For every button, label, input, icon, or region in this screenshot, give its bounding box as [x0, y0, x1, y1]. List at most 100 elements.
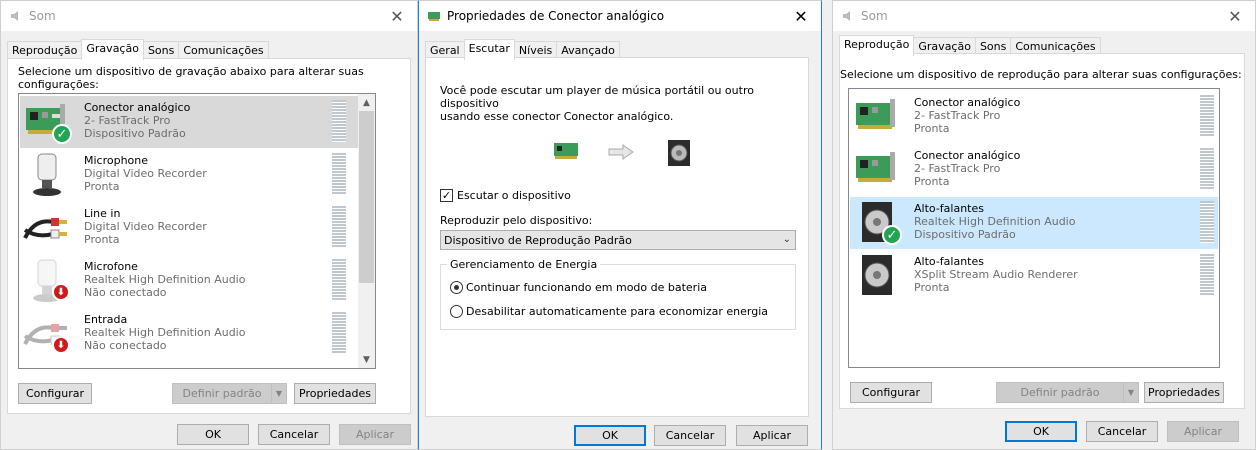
playback-device-value: Dispositivo de Reprodução Padrão — [444, 233, 632, 247]
list-item[interactable]: ✓ Alto-falantes Realtek High Definition … — [850, 197, 1218, 249]
list-item[interactable]: ⬇ Microfone Realtek High Definition Audi… — [20, 255, 360, 307]
cancel-button[interactable]: Cancelar — [1086, 421, 1158, 442]
listen-checkbox-label: Escutar o dispositivo — [457, 189, 571, 202]
list-item[interactable]: ✓ Conector analógico 2- FastTrack Pro Di… — [20, 96, 360, 148]
device-name: Entrada — [84, 313, 128, 326]
instruction-line-2: configurações: — [18, 78, 99, 91]
level-meter — [332, 259, 346, 301]
device-name: Conector analógico — [914, 96, 1021, 109]
speaker-icon — [11, 11, 18, 21]
cancel-button[interactable]: Cancelar — [258, 424, 330, 445]
apply-button[interactable]: Aplicar — [1167, 421, 1239, 442]
sound-card-icon: ✓ — [20, 96, 72, 148]
apply-button[interactable]: Aplicar — [736, 425, 808, 446]
chevron-down-icon[interactable]: ▼ — [271, 383, 287, 404]
tab-panel: Você pode escutar um player de música po… — [425, 57, 809, 417]
microphone-icon — [20, 149, 72, 201]
scroll-up-icon[interactable]: ▲ — [358, 94, 375, 111]
device-status: Pronta — [914, 175, 950, 188]
device-name: Alto-falantes — [914, 202, 984, 215]
arrow-right-icon — [608, 144, 634, 160]
configure-button[interactable]: Configurar — [850, 382, 932, 403]
ok-button[interactable]: OK — [1005, 421, 1077, 442]
list-item[interactable]: ⬇ Entrada Realtek High Definition Audio … — [20, 308, 360, 360]
level-meter — [1200, 148, 1214, 190]
scroll-down-icon[interactable]: ▼ — [358, 351, 375, 368]
device-driver: XSplit Stream Audio Renderer — [914, 268, 1078, 281]
device-driver: 2- FastTrack Pro — [914, 109, 1001, 122]
list-item[interactable]: Alto-falantes XSplit Stream Audio Render… — [850, 250, 1218, 302]
chevron-down-icon[interactable]: ▼ — [1123, 382, 1139, 403]
tab-sounds[interactable]: Sons — [142, 41, 180, 59]
set-default-button[interactable]: Definir padrão — [172, 383, 272, 404]
device-status: Não conectado — [84, 286, 167, 299]
description-line-1: Você pode escutar um player de música po… — [440, 84, 754, 110]
tab-panel: Selecione um dispositivo de gravação aba… — [7, 58, 411, 414]
device-list[interactable]: ✓ Conector analógico 2- FastTrack Pro Di… — [18, 93, 376, 369]
list-item[interactable]: Line in Digital Video Recorder Pronta — [20, 202, 360, 254]
title-bar: Propriedades de Conector analógico ✕ — [419, 1, 821, 31]
device-status: Pronta — [914, 122, 950, 135]
device-name: Microfone — [84, 260, 138, 273]
device-driver: Realtek High Definition Audio — [84, 273, 246, 286]
device-name: Conector analógico — [84, 101, 191, 114]
cancel-button[interactable]: Cancelar — [654, 425, 726, 446]
window-title: Som — [861, 9, 888, 23]
microphone-icon: ⬇ — [20, 255, 72, 307]
tab-listen[interactable]: Escutar — [463, 39, 515, 60]
power-management-label: Gerenciamento de Energia — [447, 258, 601, 271]
ok-button[interactable]: OK — [574, 425, 646, 446]
tab-playback[interactable]: Reprodução — [839, 35, 915, 56]
unplugged-down-arrow-icon: ⬇ — [52, 283, 70, 301]
ok-button[interactable]: OK — [177, 424, 249, 445]
playback-device-select[interactable]: Dispositivo de Reprodução Padrão ⌄ — [440, 230, 796, 250]
apply-button[interactable]: Aplicar — [339, 424, 411, 445]
listen-checkbox[interactable]: ✓ — [440, 189, 453, 202]
list-item[interactable]: Conector analógico 2- FastTrack Pro Pron… — [850, 144, 1218, 196]
device-driver: Realtek High Definition Audio — [84, 326, 246, 339]
level-meter — [332, 100, 346, 142]
properties-button[interactable]: Propriedades — [294, 383, 376, 404]
sound-window-playback: Som ✕ Reprodução Gravação Sons Comunicaç… — [832, 0, 1256, 450]
close-button[interactable]: ✕ — [1215, 1, 1255, 31]
device-list[interactable]: Conector analógico 2- FastTrack Pro Pron… — [848, 88, 1220, 368]
continue-on-battery-radio[interactable] — [450, 281, 463, 294]
window-title: Som — [29, 9, 56, 23]
level-meter — [1200, 254, 1214, 296]
line-in-cable-icon — [20, 202, 72, 254]
tab-recording[interactable]: Gravação — [81, 39, 144, 60]
list-item[interactable]: Microphone Digital Video Recorder Pronta — [20, 149, 360, 201]
playback-device-label: Reproduzir pelo dispositivo: — [440, 214, 593, 227]
close-button[interactable]: ✕ — [377, 1, 417, 31]
level-meter — [332, 206, 346, 248]
close-button[interactable]: ✕ — [781, 1, 821, 31]
device-status: Não conectado — [84, 339, 167, 352]
set-default-button[interactable]: Definir padrão — [996, 382, 1124, 403]
configure-button[interactable]: Configurar — [18, 383, 92, 404]
properties-button[interactable]: Propriedades — [1144, 382, 1224, 403]
sound-card-icon — [850, 91, 902, 143]
window-title: Propriedades de Conector analógico — [447, 9, 665, 23]
tab-bar: Reprodução Gravação Sons Comunicações — [1, 39, 417, 60]
tab-bar: Reprodução Gravação Sons Comunicações — [833, 35, 1255, 56]
speaker-icon — [843, 11, 850, 21]
auto-disable-radio[interactable] — [450, 305, 463, 318]
default-check-icon: ✓ — [882, 225, 902, 245]
device-status: Pronta — [914, 281, 950, 294]
level-meter — [332, 312, 346, 354]
sound-card-icon — [850, 144, 902, 196]
description-text: Você pode escutar um player de música po… — [440, 84, 808, 123]
device-driver: 2- FastTrack Pro — [914, 162, 1001, 175]
analog-connector-properties-window: Propriedades de Conector analógico ✕ Ger… — [418, 0, 822, 450]
line-in-cable-icon: ⬇ — [20, 308, 72, 360]
speaker-icon: ✓ — [850, 197, 902, 249]
list-item[interactable]: Conector analógico 2- FastTrack Pro Pron… — [850, 91, 1218, 143]
instruction-text: Selecione um dispositivo de reprodução p… — [840, 68, 1242, 81]
device-driver: Realtek High Definition Audio — [914, 215, 1076, 228]
sound-card-icon — [554, 143, 578, 159]
vertical-scrollbar[interactable]: ▲ ▼ — [358, 94, 375, 368]
tab-playback[interactable]: Reprodução — [7, 41, 83, 59]
scroll-thumb[interactable] — [359, 111, 374, 283]
device-driver: Digital Video Recorder — [84, 167, 207, 180]
tab-communications[interactable]: Comunicações — [178, 41, 269, 59]
